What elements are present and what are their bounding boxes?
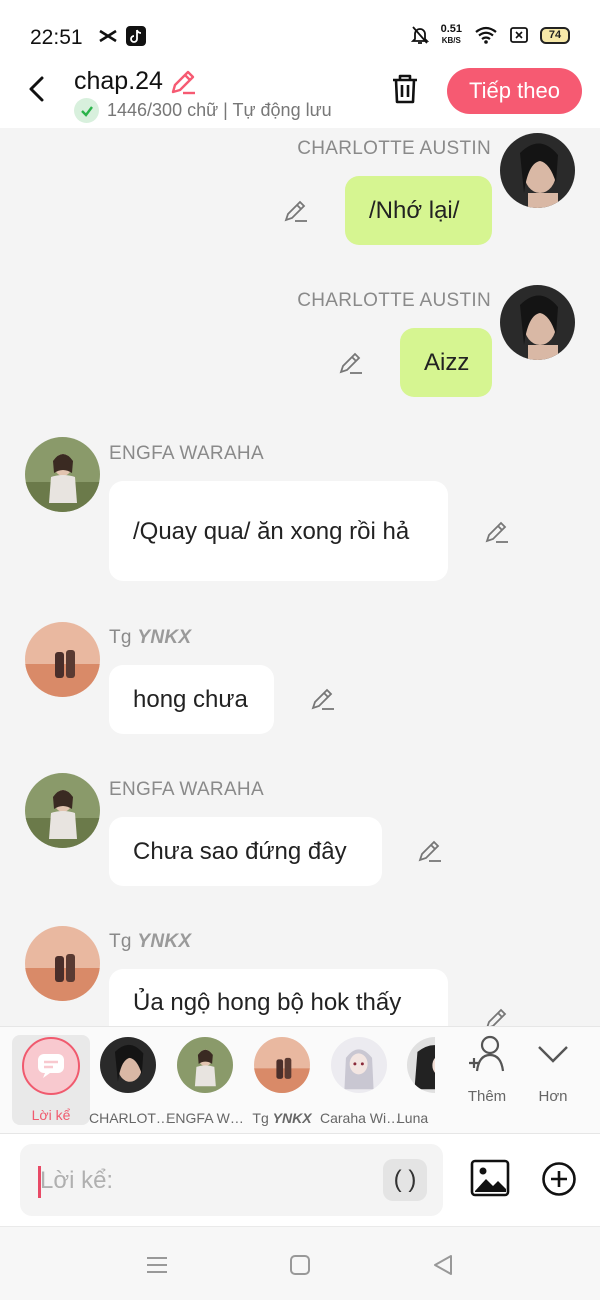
tiktok-icon bbox=[126, 26, 146, 46]
chapter-title-text: chap.24 bbox=[74, 67, 163, 95]
message-bubble[interactable]: Aizz bbox=[400, 328, 492, 397]
pencil-icon[interactable] bbox=[169, 68, 197, 96]
char-narrator[interactable]: Lời kể bbox=[12, 1035, 90, 1125]
chapter-title[interactable]: chap.24 bbox=[74, 67, 197, 96]
status-right: 0.51 KB/S 74 bbox=[410, 23, 570, 46]
mute-bell-icon bbox=[410, 26, 429, 44]
message-bubble[interactable]: hong chưa bbox=[109, 665, 274, 734]
add-character-button[interactable]: Thêm bbox=[456, 1035, 518, 1105]
chevron-down-icon bbox=[538, 1046, 568, 1063]
char-label: Caraha Wi… bbox=[320, 1110, 398, 1126]
avatar-ynkx[interactable] bbox=[25, 926, 100, 1001]
home-icon[interactable] bbox=[286, 1251, 314, 1279]
check-icon bbox=[74, 98, 99, 123]
char-avatar bbox=[100, 1037, 156, 1093]
char-engfa[interactable]: ENGFA W… bbox=[166, 1035, 244, 1126]
capcut-icon bbox=[99, 29, 117, 43]
character-selector: Lời kể CHARLOT… ENGFA W… Tg YNKX Caraha … bbox=[0, 1026, 600, 1134]
sim-icon bbox=[510, 27, 528, 43]
wifi-icon bbox=[475, 26, 497, 44]
edit-icon[interactable] bbox=[283, 198, 309, 224]
message-bubble[interactable]: Ủa ngộ hong bộ hok thấy bbox=[109, 969, 448, 1026]
char-label: Tg YNKX bbox=[252, 1110, 312, 1126]
avatar-charlotte[interactable] bbox=[500, 133, 575, 208]
header: chap.24 1446/300 chữ | Tự động lưu Tiếp … bbox=[0, 64, 600, 128]
image-icon[interactable] bbox=[470, 1158, 510, 1198]
char-caraha[interactable]: Caraha Wi… bbox=[320, 1035, 398, 1126]
message-bubble[interactable]: Chưa sao đứng đây bbox=[109, 817, 382, 886]
next-button[interactable]: Tiếp theo bbox=[447, 68, 582, 114]
input-placeholder: Lời kể: bbox=[40, 1167, 114, 1194]
add-person-icon bbox=[469, 1035, 505, 1072]
composer: Lời kể: ( ) bbox=[0, 1134, 600, 1226]
back-triangle-icon[interactable] bbox=[429, 1251, 457, 1279]
word-count-status: 1446/300 chữ | Tự động lưu bbox=[74, 98, 332, 123]
status-time: 22:51 bbox=[30, 26, 83, 49]
chat-area[interactable]: CHARLOTTE AUSTIN /Nhớ lại/ CHARLOTTE AUS… bbox=[0, 128, 600, 1026]
message-input[interactable]: Lời kể: ( ) bbox=[20, 1144, 443, 1216]
char-label: Luna bbox=[397, 1110, 429, 1126]
speaker-name: CHARLOTTE AUSTIN bbox=[297, 138, 491, 159]
char-label: CHARLOT… bbox=[89, 1110, 167, 1126]
speaker-name: Tg YNKX bbox=[109, 627, 192, 648]
speaker-name: CHARLOTTE AUSTIN bbox=[297, 290, 491, 311]
net-speed: 0.51 KB/S bbox=[440, 23, 462, 46]
status-app-icons bbox=[98, 26, 146, 46]
char-luna[interactable]: Luna bbox=[397, 1035, 435, 1126]
trash-icon[interactable] bbox=[388, 72, 422, 106]
speaker-name: Tg YNKX bbox=[109, 931, 192, 952]
edit-icon[interactable] bbox=[417, 838, 443, 864]
avatar-charlotte[interactable] bbox=[500, 285, 575, 360]
more-button[interactable]: Hơn bbox=[522, 1035, 584, 1105]
char-avatar bbox=[177, 1037, 233, 1093]
avatar-engfa[interactable] bbox=[25, 437, 100, 512]
system-nav-bar bbox=[0, 1226, 600, 1300]
speaker-name: ENGFA WARAHA bbox=[109, 443, 264, 464]
char-label: ENGFA W… bbox=[166, 1110, 244, 1126]
word-count-text: 1446/300 chữ | Tự động lưu bbox=[107, 100, 332, 120]
avatar-ynkx[interactable] bbox=[25, 622, 100, 697]
edit-icon[interactable] bbox=[310, 686, 336, 712]
speaker-name: ENGFA WARAHA bbox=[109, 779, 264, 800]
narrator-icon bbox=[22, 1037, 80, 1095]
status-bar: 22:51 0.51 KB/S 74 bbox=[0, 0, 600, 64]
char-charlotte[interactable]: CHARLOT… bbox=[89, 1035, 167, 1126]
char-avatar bbox=[331, 1037, 387, 1093]
message-bubble[interactable]: /Nhớ lại/ bbox=[345, 176, 492, 245]
char-ynkx[interactable]: Tg YNKX bbox=[243, 1035, 321, 1126]
menu-icon[interactable] bbox=[143, 1251, 171, 1279]
add-circle-icon[interactable] bbox=[541, 1161, 577, 1197]
char-avatar bbox=[254, 1037, 310, 1093]
char-avatar bbox=[407, 1037, 435, 1093]
back-arrow-icon[interactable] bbox=[22, 74, 52, 104]
edit-icon[interactable] bbox=[484, 1006, 510, 1026]
more-label: Hơn bbox=[538, 1088, 568, 1105]
char-label: Lời kể bbox=[31, 1107, 71, 1123]
add-character-label: Thêm bbox=[467, 1088, 507, 1105]
avatar-engfa[interactable] bbox=[25, 773, 100, 848]
edit-icon[interactable] bbox=[338, 350, 364, 376]
message-bubble[interactable]: /Quay qua/ ăn xong rồi hả bbox=[109, 481, 448, 581]
battery-indicator: 74 bbox=[540, 26, 570, 44]
parenthesis-button[interactable]: ( ) bbox=[383, 1159, 427, 1201]
edit-icon[interactable] bbox=[484, 519, 510, 545]
